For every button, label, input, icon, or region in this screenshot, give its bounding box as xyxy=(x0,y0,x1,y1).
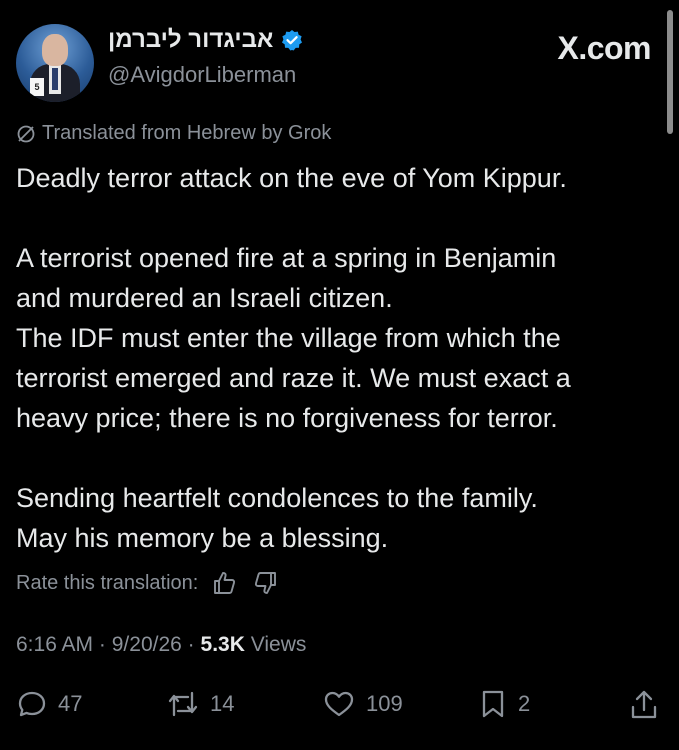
post-header: 5 אביגדור ליברמן @AvigdorLiberman X.com xyxy=(14,22,665,102)
like-icon xyxy=(324,691,354,717)
post-line: Sending heartfelt condolences to the fam… xyxy=(16,483,538,513)
reply-button[interactable]: 47 xyxy=(16,688,82,720)
bookmark-count: 2 xyxy=(518,691,531,716)
thumbs-up-icon[interactable] xyxy=(212,570,238,596)
post-line: A terrorist opened fire at a spring in B… xyxy=(16,243,557,273)
post-line: May his memory be a blessing. xyxy=(16,523,389,553)
verified-badge-icon xyxy=(282,30,303,51)
like-button[interactable]: 109 xyxy=(322,688,403,720)
post-line: The IDF must enter the village from whic… xyxy=(16,323,561,353)
post-line: terrorist emerged and raze it. We must e… xyxy=(16,363,571,393)
like-count: 109 xyxy=(366,691,403,716)
translation-note-text: Translated from Hebrew by Grok xyxy=(42,122,332,144)
bookmark-icon xyxy=(482,690,504,718)
views-label: Views xyxy=(250,633,307,656)
action-bar: 47 14 109 2 xyxy=(16,688,664,724)
rate-label: Rate this translation: xyxy=(16,571,199,594)
post-line: and murdered an Israeli citizen. xyxy=(16,283,393,313)
display-name[interactable]: אביגדור ליברמן xyxy=(108,26,273,54)
handle[interactable]: @AvigdorLiberman xyxy=(108,62,296,88)
post-line: heavy price; there is no forgiveness for… xyxy=(16,403,558,433)
post-time[interactable]: 6:16 AM xyxy=(16,633,93,656)
thumbs-down-icon[interactable] xyxy=(252,570,278,596)
repost-button[interactable]: 14 xyxy=(166,688,234,720)
post-text: Deadly terror attack on the eve of Yom K… xyxy=(16,158,656,558)
rate-translation: Rate this translation: xyxy=(16,570,278,596)
views-count: 5.3K xyxy=(200,633,245,656)
post-date[interactable]: 9/20/26 xyxy=(112,633,182,656)
scrollbar[interactable] xyxy=(667,10,673,134)
reply-icon xyxy=(18,691,46,717)
reply-count: 47 xyxy=(58,691,83,716)
repost-icon xyxy=(168,691,198,717)
site-logo: X.com xyxy=(557,30,651,66)
share-button[interactable] xyxy=(628,688,660,722)
post-line: Deadly terror attack on the eve of Yom K… xyxy=(16,163,567,193)
share-icon xyxy=(631,690,657,719)
avatar[interactable]: 5 xyxy=(16,24,94,102)
post-meta: 6:16 AM · 9/20/26 · 5.3K Views xyxy=(16,633,307,656)
bookmark-button[interactable]: 2 xyxy=(478,688,530,720)
name-row: אביגדור ליברמן xyxy=(108,26,303,54)
translation-note: Translated from Hebrew by Grok xyxy=(16,122,331,145)
grok-icon xyxy=(17,125,35,142)
repost-count: 14 xyxy=(210,691,235,716)
